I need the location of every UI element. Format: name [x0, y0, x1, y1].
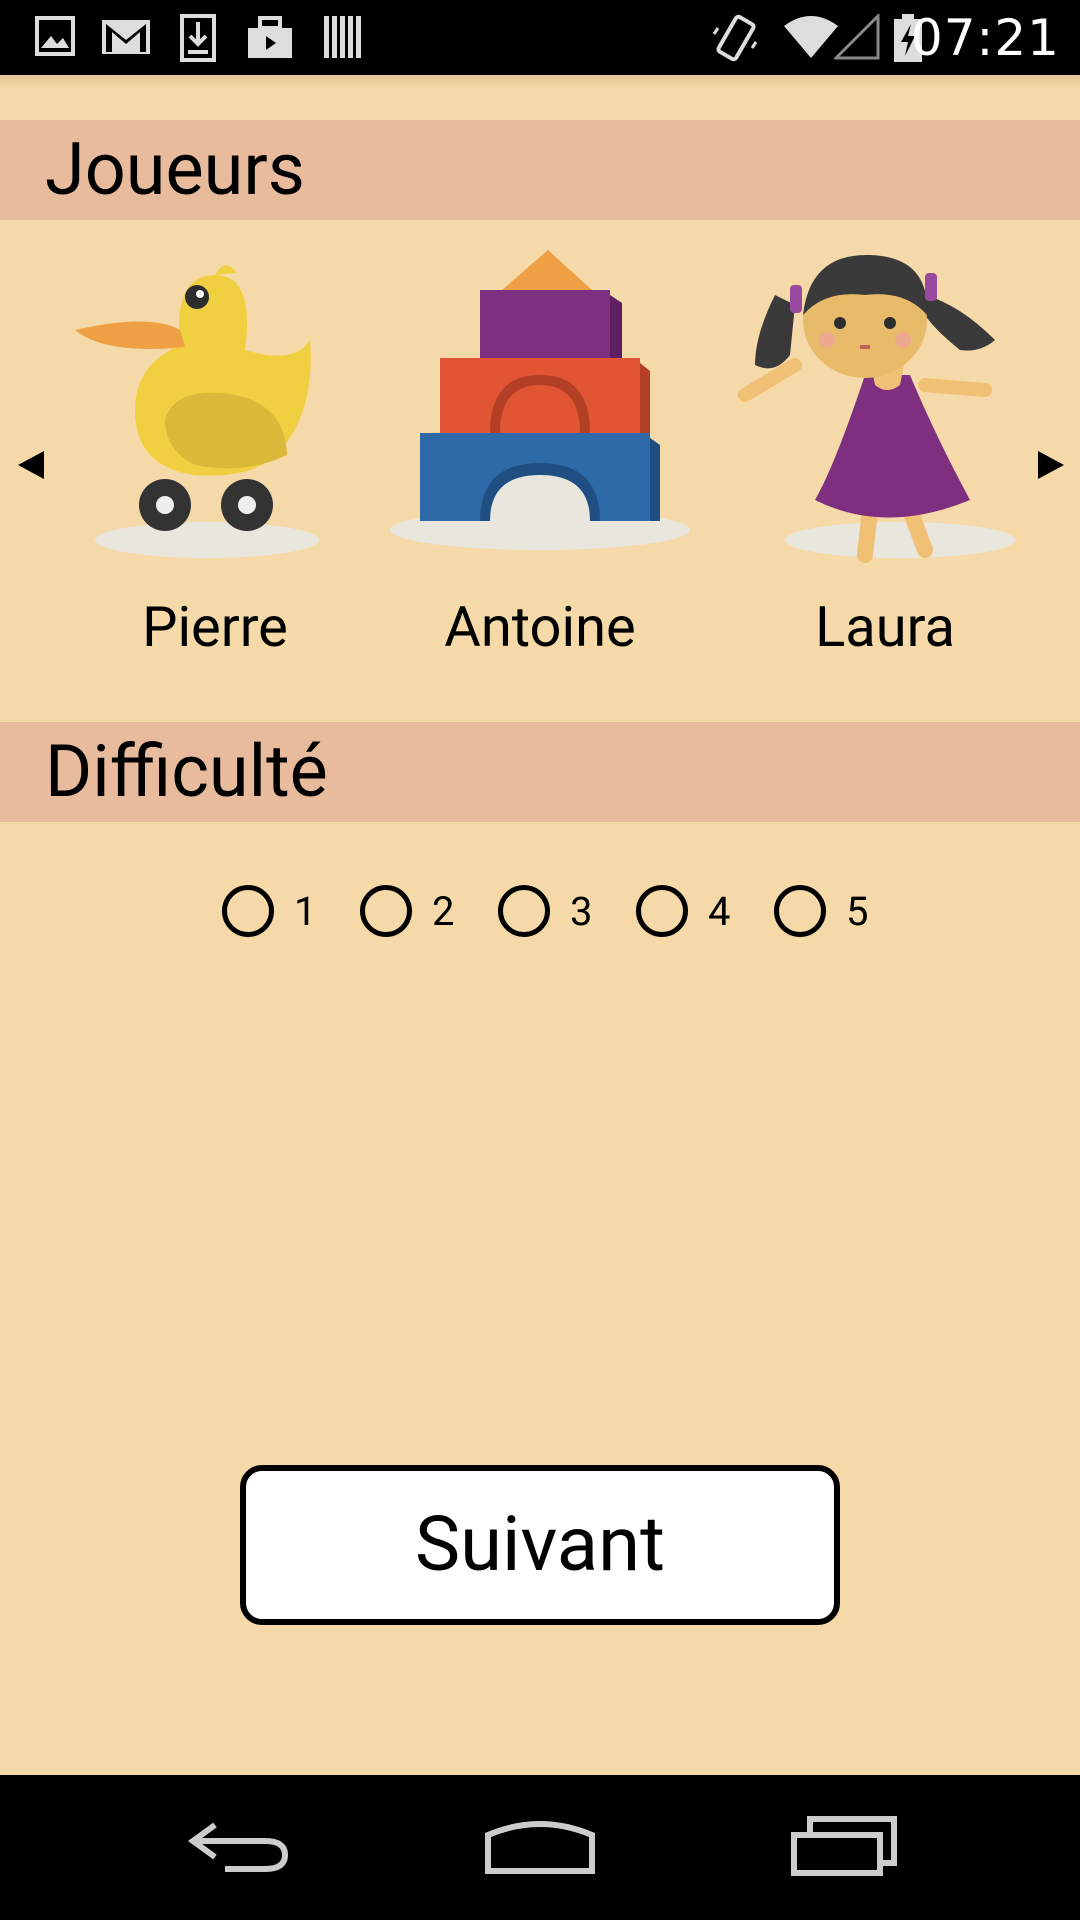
radio-circle[interactable]: [360, 885, 412, 937]
vibrate-icon: [712, 14, 758, 62]
radio-label[interactable]: 4: [708, 887, 730, 937]
carousel-right-arrow-icon[interactable]: [1030, 445, 1070, 485]
wifi-icon: [784, 16, 838, 58]
difficulty-title: Difficulté: [45, 729, 328, 814]
briefcase-icon: [248, 16, 292, 58]
player-name: Antoine: [444, 594, 636, 660]
clock: 07:21: [910, 9, 1060, 67]
toolbar-shadow: [0, 75, 1080, 87]
back-icon[interactable]: [185, 1805, 295, 1885]
players-title: Joueurs: [45, 127, 305, 212]
recents-icon[interactable]: [790, 1805, 900, 1885]
next-button[interactable]: Suivant: [240, 1465, 840, 1625]
building-blocks-icon: [390, 250, 690, 550]
gmail-icon: [102, 20, 150, 54]
radio-circle[interactable]: [222, 885, 274, 937]
player-name: Laura: [815, 594, 955, 660]
radio-circle[interactable]: [774, 885, 826, 937]
radio-label[interactable]: 5: [846, 887, 868, 937]
player-name: Pierre: [142, 594, 288, 660]
barcode-icon: [324, 16, 361, 58]
player-card-laura[interactable]: Laura: [735, 235, 1035, 659]
navigation-bar: [0, 1775, 1080, 1920]
home-icon[interactable]: [482, 1805, 598, 1885]
player-card-antoine[interactable]: Antoine: [390, 235, 690, 659]
difficulty-radio-group: 1 2 3 4 5: [0, 885, 1080, 965]
duck-toy-icon: [75, 265, 319, 558]
carousel-left-arrow-icon[interactable]: [12, 445, 52, 485]
radio-circle[interactable]: [636, 885, 688, 937]
difficulty-header: Difficulté: [0, 722, 1080, 822]
doll-icon: [738, 254, 1015, 563]
players-header: Joueurs: [0, 120, 1080, 220]
app-content: Joueurs Pierre Antoine Laura Difficulté …: [0, 75, 1080, 1775]
radio-label[interactable]: 1: [294, 887, 316, 937]
radio-label[interactable]: 2: [432, 887, 454, 937]
cell-signal-icon: [834, 14, 880, 60]
download-icon: [180, 14, 216, 62]
radio-label[interactable]: 3: [570, 887, 592, 937]
radio-circle[interactable]: [498, 885, 550, 937]
player-card-pierre[interactable]: Pierre: [65, 235, 365, 659]
status-bar: 07:21: [0, 0, 1080, 75]
image-icon: [35, 16, 75, 56]
